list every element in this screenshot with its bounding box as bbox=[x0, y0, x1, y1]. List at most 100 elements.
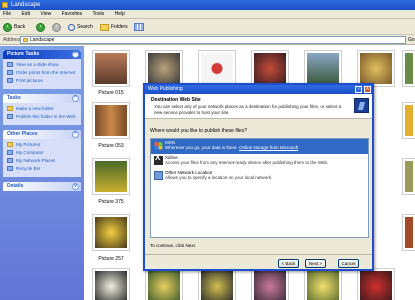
address-field[interactable]: Landscape bbox=[20, 36, 406, 44]
thumbnail[interactable] bbox=[402, 50, 415, 87]
folders-icon bbox=[100, 23, 109, 31]
thumbnail[interactable] bbox=[357, 268, 395, 300]
web-publishing-wizard-icon bbox=[354, 98, 369, 113]
back-button[interactable]: < Back bbox=[278, 259, 299, 268]
task-label: Print pictures bbox=[16, 78, 43, 83]
task-label: View as a slide show bbox=[16, 62, 59, 67]
file-caption: Picture 257 bbox=[98, 256, 124, 262]
tasks-header[interactable]: Tasks ^ bbox=[3, 94, 81, 103]
toolbar: ‹ Back › ↑ Search Folders bbox=[0, 19, 415, 35]
computer-icon bbox=[7, 150, 13, 155]
thumbnail[interactable] bbox=[92, 268, 130, 300]
close-button[interactable]: X bbox=[364, 86, 371, 93]
menu-file[interactable]: File bbox=[3, 11, 11, 17]
picture-tasks-panel: Picture Tasks ^ View as a slide show Ord… bbox=[3, 50, 81, 89]
place-label: My Computer bbox=[16, 150, 44, 155]
back-arrow-icon: ‹ bbox=[3, 22, 12, 32]
thumbnail[interactable] bbox=[402, 214, 415, 251]
new-folder-icon bbox=[7, 106, 13, 111]
thumbnail[interactable] bbox=[251, 50, 289, 87]
collapse-chevron-icon[interactable]: ^ bbox=[72, 51, 79, 58]
go-button[interactable]: Go bbox=[408, 37, 415, 43]
thumbnail[interactable] bbox=[145, 50, 183, 87]
provider-xdrive[interactable]: Xdrive Access your files from any Intern… bbox=[151, 154, 368, 169]
place-recycle-bin[interactable]: Recycle Bin bbox=[7, 166, 77, 171]
task-publish-web[interactable]: Publish this folder to the Web bbox=[7, 114, 77, 119]
expand-chevron-icon[interactable]: v bbox=[72, 183, 79, 190]
thumbnail[interactable] bbox=[92, 214, 130, 251]
thumbnail[interactable] bbox=[357, 50, 395, 87]
dialog-titlebar: Web Publishing ? X bbox=[145, 85, 372, 94]
views-icon bbox=[134, 23, 144, 31]
panel-title: Details bbox=[7, 183, 24, 189]
slideshow-icon bbox=[7, 62, 13, 67]
folders-label: Folders bbox=[111, 24, 128, 30]
thumbnail[interactable] bbox=[92, 102, 130, 139]
thumbnail[interactable] bbox=[198, 268, 236, 300]
provider-other-network-location[interactable]: Other Network Location Allows you to spe… bbox=[151, 169, 368, 184]
task-label: Publish this folder to the Web bbox=[16, 114, 76, 119]
task-order-prints[interactable]: Order prints from the Internet bbox=[7, 70, 77, 75]
dialog-title: Web Publishing bbox=[148, 86, 183, 92]
thumbnail[interactable] bbox=[251, 268, 289, 300]
back-button[interactable]: ‹ Back bbox=[3, 22, 25, 32]
place-label: Recycle Bin bbox=[16, 166, 41, 171]
provider-list[interactable]: MSN Wherever you go, your data is there.… bbox=[150, 138, 369, 238]
up-folder-button[interactable]: ↑ bbox=[52, 22, 63, 32]
address-bar: Address Landscape Go bbox=[0, 35, 415, 45]
place-my-pictures[interactable]: My Pictures bbox=[7, 142, 77, 147]
thumbnail[interactable] bbox=[145, 268, 183, 300]
task-slide-show[interactable]: View as a slide show bbox=[7, 62, 77, 67]
panel-title: Tasks bbox=[7, 95, 21, 101]
menu-favorites[interactable]: Favorites bbox=[62, 11, 83, 17]
place-network-places[interactable]: My Network Places bbox=[7, 158, 77, 163]
thumbnail[interactable] bbox=[92, 158, 130, 195]
thumbnail[interactable] bbox=[304, 268, 342, 300]
web-publishing-dialog: Web Publishing ? X Destination Web Site … bbox=[143, 83, 374, 271]
help-button[interactable]: ? bbox=[355, 86, 362, 93]
collapse-chevron-icon[interactable]: ^ bbox=[72, 131, 79, 138]
collapse-chevron-icon[interactable]: ^ bbox=[72, 95, 79, 102]
menu-view[interactable]: View bbox=[40, 11, 51, 17]
provider-description: Wherever you go, your data is there. Onl… bbox=[165, 145, 368, 150]
task-print-pictures[interactable]: Print pictures bbox=[7, 78, 77, 83]
publish-web-icon bbox=[7, 114, 13, 119]
cancel-button[interactable]: Cancel bbox=[338, 259, 359, 268]
thumbnail[interactable] bbox=[402, 158, 415, 195]
up-arrow-icon: ↑ bbox=[52, 22, 61, 32]
file-caption: Picture 375 bbox=[98, 199, 124, 205]
menu-tools[interactable]: Tools bbox=[92, 11, 104, 17]
menu-help[interactable]: Help bbox=[115, 11, 125, 17]
folders-button[interactable]: Folders bbox=[100, 22, 128, 32]
wizard-step-title: Destination Web Site bbox=[151, 97, 201, 103]
network-location-icon bbox=[154, 171, 163, 180]
window-titlebar: Landscape bbox=[0, 0, 415, 10]
other-places-header[interactable]: Other Places ^ bbox=[3, 130, 81, 139]
thumbnail[interactable] bbox=[92, 50, 130, 87]
provider-msn[interactable]: MSN Wherever you go, your data is there.… bbox=[151, 139, 368, 154]
place-my-computer[interactable]: My Computer bbox=[7, 150, 77, 155]
order-prints-icon bbox=[7, 70, 13, 75]
provider-description-text: Wherever you go, your data is there. bbox=[165, 145, 238, 150]
continue-instruction: To continue, click Next. bbox=[150, 243, 197, 248]
provider-description: Allows you to specify a location on your… bbox=[165, 175, 273, 180]
picture-tasks-header[interactable]: Picture Tasks ^ bbox=[3, 50, 81, 59]
task-label: Make a new folder bbox=[16, 106, 54, 111]
forward-button[interactable]: › bbox=[36, 22, 47, 32]
window-title: Landscape bbox=[11, 2, 41, 8]
thumbnail[interactable] bbox=[402, 102, 415, 139]
details-header[interactable]: Details v bbox=[3, 182, 81, 191]
views-button[interactable] bbox=[134, 22, 144, 32]
task-label: Order prints from the Internet bbox=[16, 70, 76, 75]
thumbnail[interactable] bbox=[198, 50, 236, 87]
provider-link[interactable]: Online storage from Microsoft bbox=[239, 145, 298, 150]
menu-edit[interactable]: Edit bbox=[21, 11, 30, 17]
details-panel: Details v bbox=[3, 182, 81, 191]
next-button[interactable]: Next > bbox=[305, 259, 326, 268]
thumbnail[interactable] bbox=[304, 50, 342, 87]
task-new-folder[interactable]: Make a new folder bbox=[7, 106, 77, 111]
address-value: Landscape bbox=[30, 37, 55, 43]
search-button[interactable]: Search bbox=[68, 22, 93, 32]
back-label: Back bbox=[14, 24, 26, 30]
panel-title: Picture Tasks bbox=[7, 51, 40, 57]
